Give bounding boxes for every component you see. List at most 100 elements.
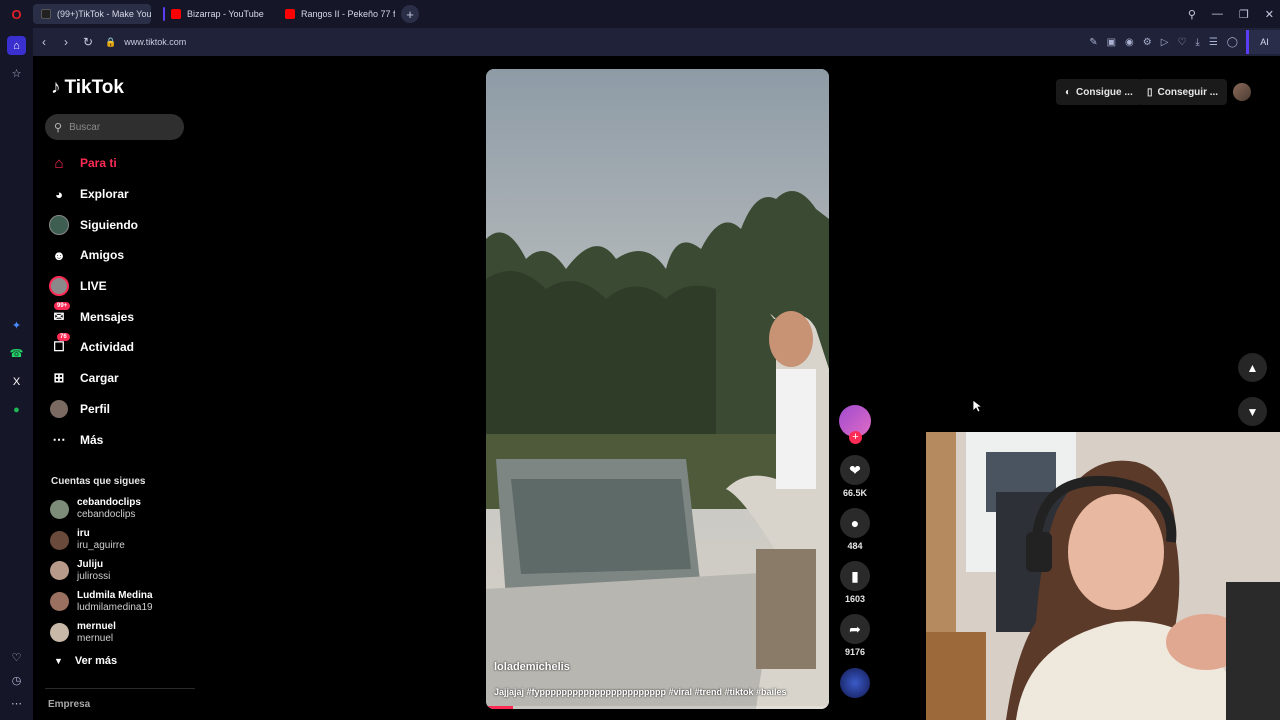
forward-icon[interactable]: › — [55, 35, 77, 49]
camera-icon[interactable]: ▣ — [1107, 37, 1116, 48]
star-icon[interactable]: ☆ — [7, 64, 26, 83]
account-name: Ludmila Medina — [77, 589, 153, 601]
main-nav: ⌂ Para ti ◕ Explorar Siguiendo ☻ Amigos … — [48, 148, 198, 455]
list-item[interactable]: cebandoclips cebandoclips — [50, 494, 153, 525]
see-more-label: Ver más — [74, 655, 118, 667]
search-tabs-icon[interactable]: ⚲ — [1188, 8, 1196, 21]
video-caption: Jajjajaj #fyppppppppppppppppppppppp #vir… — [494, 687, 787, 697]
address-bar-icons: ✎ ▣ ◉ ⚙ ▷ ♡ ⤓ ☰ ◯ — [1089, 28, 1238, 56]
play-icon[interactable]: ▷ — [1161, 37, 1169, 48]
video-player[interactable]: lolademichelis Jajjajaj #fyppppppppppppp… — [486, 69, 829, 709]
nav-label: Perfil — [80, 401, 111, 416]
nav-item-actividad[interactable]: ☐ 76 Actividad — [48, 332, 198, 363]
follow-plus-icon[interactable]: + — [849, 431, 862, 444]
friends-icon: ☻ — [52, 247, 66, 263]
video-frame — [486, 69, 829, 709]
list-item[interactable]: Juliju julirossi — [50, 556, 153, 587]
nav-label: Para ti — [80, 156, 117, 171]
download-icon[interactable]: ⤓ — [1195, 37, 1199, 48]
video-username[interactable]: lolademichelis — [494, 661, 570, 673]
profile-icon — [48, 398, 70, 420]
new-tab-button[interactable]: + — [401, 5, 419, 23]
home-icon[interactable]: ⌂ — [7, 36, 26, 55]
shield-icon[interactable]: ◉ — [1125, 37, 1134, 48]
share-button[interactable]: ➦ — [840, 614, 870, 644]
opera-logo-icon[interactable]: O — [0, 0, 33, 28]
nav-item-siguiendo[interactable]: Siguiendo — [48, 209, 198, 240]
next-video-button[interactable]: ▼ — [1238, 397, 1267, 426]
more-icon[interactable]: ⋯ — [7, 694, 26, 713]
spotify-icon[interactable]: ● — [7, 400, 26, 419]
following-avatar-icon — [48, 214, 70, 236]
heart-icon: ❤ — [849, 461, 861, 478]
see-more-button[interactable]: ▼ Ver más — [54, 655, 117, 667]
list-item[interactable]: mernuel mernuel — [50, 617, 153, 648]
creator-avatar[interactable]: + — [839, 405, 871, 444]
nav-label: Amigos — [80, 248, 125, 263]
whatsapp-icon[interactable]: ☎ — [7, 344, 26, 363]
get-coins-label: Consigue ... — [1076, 86, 1133, 98]
url-field[interactable]: 🔒 www.tiktok.com — [105, 37, 186, 48]
account-handle: cebandoclips — [77, 509, 136, 521]
history-icon[interactable]: ◷ — [7, 671, 26, 690]
nav-item-cargar[interactable]: ⊞ Cargar — [48, 363, 198, 394]
account-handle: ludmilamedina19 — [77, 601, 153, 613]
music-disc-icon[interactable] — [840, 668, 870, 698]
nav-label: Cargar — [80, 371, 119, 386]
close-icon[interactable]: ✕ — [1265, 8, 1274, 21]
nav-item-perfil[interactable]: Perfil — [48, 394, 198, 425]
coin-icon: ◐ — [1065, 86, 1072, 98]
nav-item-explorar[interactable]: ◕ Explorar — [48, 179, 198, 210]
back-icon[interactable]: ‹ — [33, 35, 55, 49]
reload-icon[interactable]: ↻ — [77, 35, 99, 49]
comment-button[interactable]: ● — [840, 508, 870, 538]
heart-icon[interactable]: ♡ — [7, 648, 26, 667]
nav-item-para-ti[interactable]: ⌂ Para ti — [48, 148, 198, 179]
previous-video-button[interactable]: ▲ — [1238, 353, 1267, 382]
edit-icon[interactable]: ✎ — [1089, 37, 1097, 48]
following-title: Cuentas que sigues — [51, 476, 146, 487]
extension-icon[interactable]: ⚙ — [1143, 37, 1152, 48]
youtube-favicon-icon — [171, 9, 181, 19]
youtube-favicon-icon — [285, 9, 295, 19]
nav-label: Más — [80, 432, 104, 447]
save-button[interactable]: ▮ — [840, 561, 870, 591]
messages-badge: 99+ — [54, 302, 71, 311]
chevron-down-icon: ▼ — [54, 656, 63, 666]
footer-link[interactable]: Empresa — [48, 699, 90, 710]
account-icon[interactable]: ◯ — [1227, 37, 1238, 48]
nav-item-mensajes[interactable]: ✉ 99+ Mensajes — [48, 301, 198, 332]
browser-tab-rangos[interactable]: Rangos II - Pekeño 77 ft. C — [277, 4, 395, 24]
account-name: mernuel — [77, 620, 116, 632]
x-icon[interactable]: X — [7, 372, 26, 391]
maximize-icon[interactable]: ❐ — [1239, 8, 1249, 21]
following-list: cebandoclips cebandoclips iru iru_aguirre … — [50, 494, 153, 648]
nav-item-live[interactable]: LIVE — [48, 271, 198, 302]
compass-icon: ◕ — [55, 186, 63, 202]
nav-item-amigos[interactable]: ☻ Amigos — [48, 240, 198, 271]
list-item[interactable]: iru iru_aguirre — [50, 525, 153, 556]
share-arrow-icon: ➦ — [849, 620, 861, 637]
browser-tab-tiktok[interactable]: (99+)TikTok - Make Your — [33, 4, 151, 24]
phone-icon: ▯ — [1147, 86, 1153, 98]
video-progress-bar[interactable] — [486, 706, 829, 709]
messenger-icon[interactable]: ✦ — [7, 316, 26, 335]
list-item[interactable]: Ludmila Medina ludmilamedina19 — [50, 586, 153, 617]
search-input[interactable]: ⚲ Buscar — [45, 114, 184, 140]
get-app-button[interactable]: ▯ Conseguir ... — [1138, 79, 1228, 105]
get-coins-button[interactable]: ◐ Consigue ... — [1056, 79, 1142, 105]
ai-button[interactable]: AI — [1246, 30, 1280, 54]
nav-label: Actividad — [80, 340, 135, 355]
tiktok-favicon-icon — [41, 9, 51, 19]
menu-icon[interactable]: ☰ — [1209, 37, 1218, 48]
more-icon: ⋯ — [52, 431, 66, 447]
tiktok-logo[interactable]: ♪ TikTok — [51, 77, 124, 99]
like-button[interactable]: ❤ — [840, 455, 870, 485]
nav-item-mas[interactable]: ⋯ Más — [48, 424, 198, 455]
user-avatar[interactable] — [1233, 83, 1251, 101]
minimize-icon[interactable]: — — [1212, 8, 1223, 20]
webcam-overlay — [926, 432, 1280, 720]
browser-tab-youtube[interactable]: Bizarrap - YouTube — [155, 4, 273, 24]
heart-icon[interactable]: ♡ — [1177, 37, 1186, 48]
get-app-label: Conseguir ... — [1157, 86, 1219, 98]
